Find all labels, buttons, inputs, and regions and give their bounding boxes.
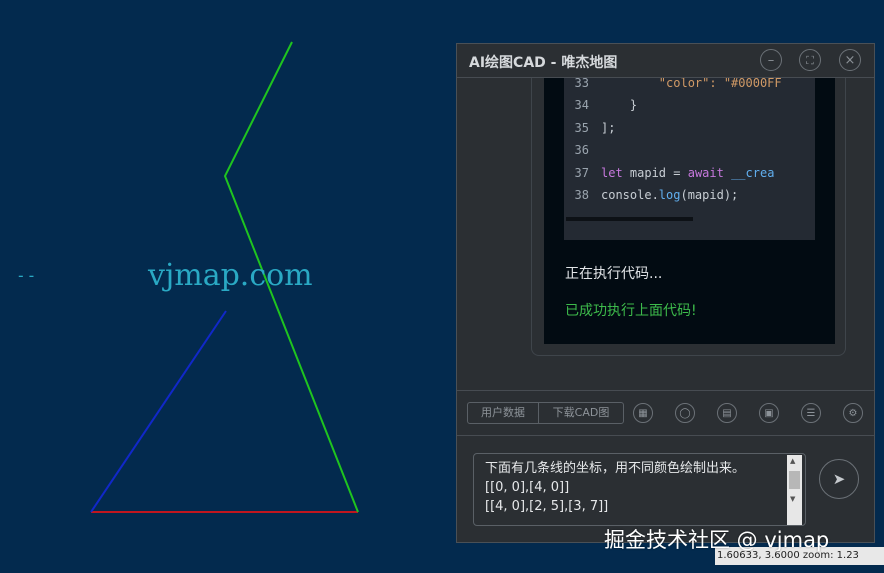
- user-data-button[interactable]: 用户数据: [467, 402, 539, 424]
- line-number: 38: [574, 188, 589, 202]
- code-token: ];: [601, 120, 616, 135]
- code-line: 37 let mapid = await __crea: [564, 162, 815, 184]
- line-number: 35: [574, 120, 589, 135]
- grid-icon[interactable]: ▦: [633, 403, 653, 423]
- code-token: mapid =: [622, 165, 688, 180]
- code-line: 35];: [564, 117, 815, 139]
- chat-icon[interactable]: ◯: [675, 403, 695, 423]
- code-token: let: [601, 165, 623, 180]
- juejin-watermark: 掘金技术社区 @ vjmap: [604, 528, 830, 552]
- prompt-input[interactable]: 下面有几条线的坐标，用不同颜色绘制出来。 [[0, 0],[4, 0]] [[4…: [473, 453, 806, 526]
- prompt-input-text[interactable]: 下面有几条线的坐标，用不同颜色绘制出来。 [[0, 0],[4, 0]] [[4…: [485, 459, 785, 516]
- code-line: 33 "color": "#0000FF: [564, 78, 815, 94]
- fullscreen-icon: ⛶: [806, 53, 814, 67]
- code-line: 38 console.log(mapid);: [564, 184, 815, 206]
- code-token: console.: [601, 188, 659, 202]
- code-token: await: [687, 165, 724, 180]
- minus-icon: –: [767, 52, 775, 68]
- send-button[interactable]: ➤: [819, 459, 859, 499]
- status-success: 已成功执行上面代码!: [565, 303, 697, 319]
- minimize-button[interactable]: –: [760, 49, 782, 71]
- panel-header[interactable]: AI绘图CAD - 唯杰地图 – ⛶ ×: [457, 44, 874, 78]
- panel-toolbar: 用户数据 下载CAD图 ▦ ◯ ▤ ▣ ☰ ⚙: [457, 390, 874, 436]
- download-cad-button[interactable]: 下载CAD图: [538, 402, 624, 424]
- close-icon: ×: [844, 52, 856, 68]
- status-running: 正在执行代码...: [565, 266, 663, 282]
- ai-cad-panel: AI绘图CAD - 唯杰地图 – ⛶ × 33 "color": "#0000F…: [456, 43, 875, 543]
- input-scrollbar[interactable]: ▲ ▼: [787, 455, 802, 525]
- code-line: 34 }: [564, 94, 815, 116]
- document-icon[interactable]: ▤: [717, 403, 737, 423]
- blue-line: [90, 310, 227, 513]
- code-line: 36: [564, 139, 815, 161]
- line-number: 33: [574, 78, 589, 90]
- code-token: "color": "#0000FF: [601, 78, 782, 90]
- cad-dash-text: --: [16, 266, 38, 285]
- code-token: (mapid);: [680, 188, 739, 202]
- code-token: log: [658, 188, 681, 202]
- scroll-up-icon[interactable]: ▲: [790, 457, 795, 465]
- list-icon[interactable]: ☰: [801, 403, 821, 423]
- code-token: __crea: [723, 165, 775, 180]
- cad-watermark-text: vjmap.com: [148, 258, 313, 293]
- line-number: 34: [574, 98, 589, 113]
- code-token: }: [601, 98, 638, 113]
- code-block[interactable]: 33 "color": "#0000FF 34 } 35]; 36 37 let mapi…: [564, 78, 815, 240]
- scroll-down-icon[interactable]: ▼: [790, 495, 795, 503]
- chat-area[interactable]: 33 "color": "#0000FF 34 } 35]; 36 37 let mapi…: [457, 78, 874, 390]
- scroll-thumb[interactable]: [789, 471, 800, 489]
- settings-icon[interactable]: ⚙: [843, 403, 863, 423]
- code-scrollbar[interactable]: [566, 217, 693, 221]
- panel-title: AI绘图CAD - 唯杰地图: [469, 55, 618, 71]
- fullscreen-button[interactable]: ⛶: [799, 49, 821, 71]
- send-icon: ➤: [832, 470, 846, 488]
- line-number: 36: [574, 143, 589, 158]
- image-icon[interactable]: ▣: [759, 403, 779, 423]
- line-number: 37: [574, 165, 589, 180]
- close-button[interactable]: ×: [839, 49, 861, 71]
